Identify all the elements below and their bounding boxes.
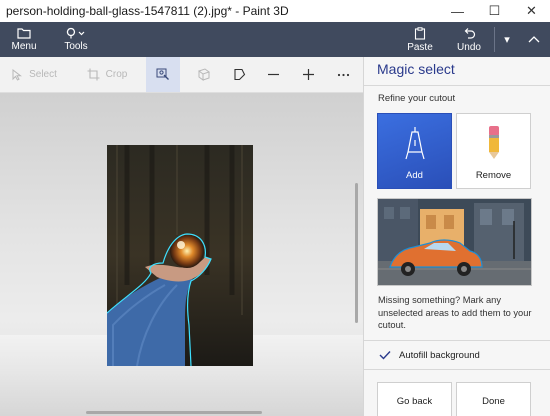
- plus-icon: [302, 69, 314, 80]
- paste-label: Paste: [407, 41, 433, 53]
- pen-add-icon: [404, 127, 425, 160]
- clipboard-icon: [414, 26, 426, 40]
- add-label: Add: [406, 170, 423, 181]
- vertical-scrollbar[interactable]: [355, 183, 358, 323]
- paste-button[interactable]: Paste: [402, 22, 438, 57]
- select-tool-button[interactable]: Select: [6, 57, 62, 92]
- undo-button[interactable]: Undo: [451, 22, 487, 57]
- add-mode-button[interactable]: Add: [377, 113, 452, 189]
- more-tools-button[interactable]: [332, 57, 354, 92]
- ellipsis-icon: [337, 73, 349, 76]
- canvas-image[interactable]: [107, 145, 253, 366]
- window-title: person-holding-ball-glass-1547811 (2).jp…: [6, 4, 289, 18]
- canvas-area[interactable]: [0, 93, 363, 416]
- done-button[interactable]: Done: [456, 382, 531, 416]
- shape-icon: [233, 68, 245, 81]
- remove-mode-button[interactable]: Remove: [456, 113, 531, 189]
- magic-select-panel: Magic select Refine your cutout Add Remo…: [363, 57, 550, 416]
- menu-button[interactable]: Menu: [6, 22, 42, 57]
- sticker-tool-button[interactable]: [192, 57, 216, 92]
- minimize-button[interactable]: —: [439, 0, 476, 22]
- checkmark-icon[interactable]: [379, 350, 391, 360]
- folder-icon: [17, 28, 31, 39]
- zoom-out-button[interactable]: [262, 57, 284, 92]
- undo-label: Undo: [457, 41, 481, 53]
- eraser-icon: [488, 126, 499, 159]
- autofill-label: Autofill background: [399, 349, 480, 361]
- more-options-button[interactable]: ▾: [498, 22, 516, 57]
- remove-label: Remove: [475, 170, 512, 181]
- go-back-button[interactable]: Go back: [377, 382, 452, 416]
- collapse-ribbon-button[interactable]: [524, 22, 544, 57]
- zoom-in-button[interactable]: [297, 57, 319, 92]
- panel-hint-text: Missing something? Mark any unselected a…: [378, 295, 532, 330]
- horizontal-scrollbar[interactable]: [86, 411, 262, 414]
- photo-hand-holding-glass-ball: [107, 145, 253, 366]
- select-label: Select: [29, 69, 57, 80]
- crop-icon: [87, 68, 100, 81]
- magic-select-icon: [156, 68, 169, 80]
- layers-icon: [197, 68, 211, 81]
- example-preview-image: [377, 198, 532, 286]
- chevron-down-icon: ▾: [504, 34, 510, 46]
- autofill-background-toggle[interactable]: Autofill background: [364, 340, 550, 370]
- ribbon-divider: [494, 27, 495, 52]
- crop-label: Crop: [105, 69, 128, 80]
- chevron-up-icon: [528, 35, 540, 42]
- minus-icon: [267, 73, 279, 76]
- crop-tool-button[interactable]: Crop: [82, 57, 132, 92]
- undo-icon: [464, 27, 475, 39]
- menu-label: Menu: [11, 41, 37, 52]
- panel-title: Magic select: [377, 61, 455, 77]
- cursor-icon: [12, 68, 23, 81]
- panel-subtitle: Refine your cutout: [378, 93, 456, 104]
- ribbon: Menu Tools Paste Undo ▾: [0, 22, 550, 57]
- close-button[interactable]: ✕: [513, 0, 550, 22]
- flag-tool-button[interactable]: [228, 57, 250, 92]
- tools-button[interactable]: Tools: [56, 22, 96, 57]
- title-bar: person-holding-ball-glass-1547811 (2).jp…: [0, 0, 550, 22]
- toolbar: Select Crop: [0, 57, 363, 93]
- tools-label: Tools: [64, 41, 88, 52]
- panel-divider: [364, 85, 550, 86]
- maximize-button[interactable]: ☐: [476, 0, 513, 22]
- tools-icon: [66, 27, 85, 39]
- car-illustration: [378, 199, 531, 285]
- magic-select-tool-button[interactable]: [146, 57, 180, 92]
